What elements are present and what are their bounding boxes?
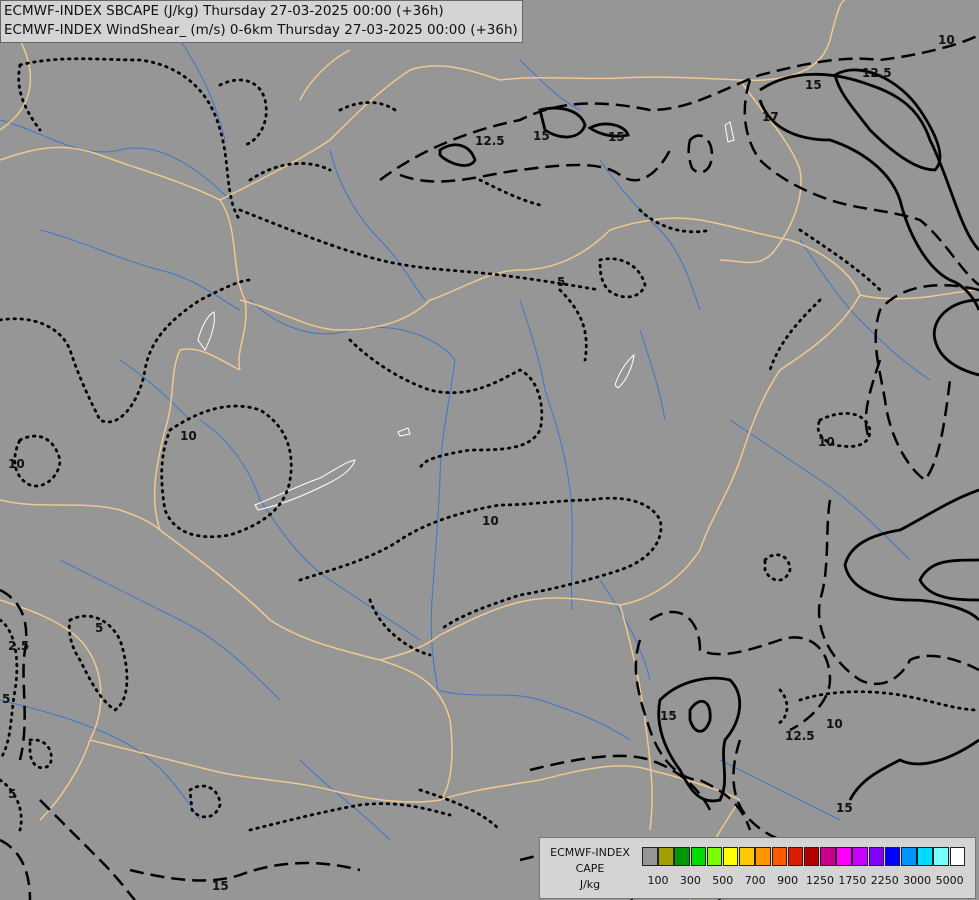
legend-title: ECMWF-INDEX CAPE J/kg xyxy=(542,845,638,893)
contours-solid xyxy=(438,68,979,803)
map-view: 10 12.5 15 12.5 15 17 15 2.5 5 10 10 10 … xyxy=(0,0,979,900)
contour-label: 5 xyxy=(557,275,565,289)
contour-label: 12.5 xyxy=(785,729,815,743)
rivers xyxy=(0,39,931,841)
contour-label: 5 xyxy=(8,787,16,801)
contour-label: 10 xyxy=(818,435,835,449)
contour-label: 15 xyxy=(533,129,550,143)
color-legend: ECMWF-INDEX CAPE J/kg 100 300 500 700 900 125… xyxy=(539,837,976,899)
legend-swatch xyxy=(706,847,723,866)
contour-label: 15 xyxy=(805,78,822,92)
contour-label: 15 xyxy=(660,709,677,723)
map-title-box: ECMWF-INDEX SBCAPE (J/kg) Thursday 27-03… xyxy=(0,0,523,43)
legend-tick-label: 2250 xyxy=(870,874,899,887)
legend-swatch xyxy=(933,847,949,866)
contour-label: 15 xyxy=(608,130,625,144)
legend-tick-label: 1250 xyxy=(806,874,834,887)
contour-label: 5 xyxy=(2,692,10,706)
legend-swatch xyxy=(949,847,966,866)
legend-tick-label: 100 xyxy=(647,874,669,887)
legend-swatch xyxy=(901,847,917,866)
contour-label: 2.5 xyxy=(8,639,29,653)
contour-label: 10 xyxy=(482,514,499,528)
contour-label: 5 xyxy=(95,621,103,635)
legend-tick-labels: 100 300 500 700 900 1250 1750 2250 3000 5000 xyxy=(642,874,972,890)
legend-variable-name: CAPE xyxy=(575,862,605,875)
contour-label: 10 xyxy=(938,33,955,47)
legend-tick-label: 700 xyxy=(744,874,766,887)
legend-swatch xyxy=(820,847,836,866)
legend-tick-label: 300 xyxy=(679,874,701,887)
contour-label: 17 xyxy=(762,110,779,124)
legend-tick-label: 900 xyxy=(777,874,799,887)
legend-model-name: ECMWF-INDEX xyxy=(550,846,630,859)
legend-swatch xyxy=(917,847,933,866)
legend-swatch xyxy=(642,847,658,866)
legend-swatch xyxy=(803,847,820,866)
legend-swatches xyxy=(642,847,966,866)
legend-swatch xyxy=(868,847,885,866)
legend-tick-label: 3000 xyxy=(903,874,932,887)
legend-swatch xyxy=(836,847,852,866)
legend-swatch xyxy=(852,847,868,866)
legend-swatch xyxy=(884,847,901,866)
legend-tick-label: 1750 xyxy=(838,874,867,887)
legend-swatch xyxy=(755,847,771,866)
map-title-line-1: ECMWF-INDEX SBCAPE (J/kg) Thursday 27-03… xyxy=(4,3,444,19)
contour-label: 12.5 xyxy=(862,66,892,80)
legend-swatch xyxy=(690,847,707,866)
contour-label: 12.5 xyxy=(475,134,505,148)
legend-swatch xyxy=(658,847,674,866)
legend-unit: J/kg xyxy=(579,878,601,891)
contours-dashed xyxy=(0,33,979,900)
contour-label: 15 xyxy=(836,801,853,815)
legend-swatch xyxy=(739,847,755,866)
contour-label: 15 xyxy=(212,879,229,893)
legend-swatch xyxy=(674,847,690,866)
contour-label: 10 xyxy=(826,717,843,731)
legend-swatch xyxy=(722,847,739,866)
contour-labels: 10 12.5 15 12.5 15 17 15 2.5 5 10 10 10 … xyxy=(2,33,955,893)
map-title-line-2: ECMWF-INDEX WindShear_ (m/s) 0-6km Thurs… xyxy=(4,22,518,38)
legend-tick-label: 500 xyxy=(712,874,734,887)
map-canvas: 10 12.5 15 12.5 15 17 15 2.5 5 10 10 10 … xyxy=(0,0,979,900)
contour-label: 10 xyxy=(180,429,197,443)
legend-tick-label: 5000 xyxy=(935,874,964,887)
contour-label: 10 xyxy=(8,457,25,471)
legend-swatch xyxy=(787,847,804,866)
legend-swatch xyxy=(771,847,787,866)
